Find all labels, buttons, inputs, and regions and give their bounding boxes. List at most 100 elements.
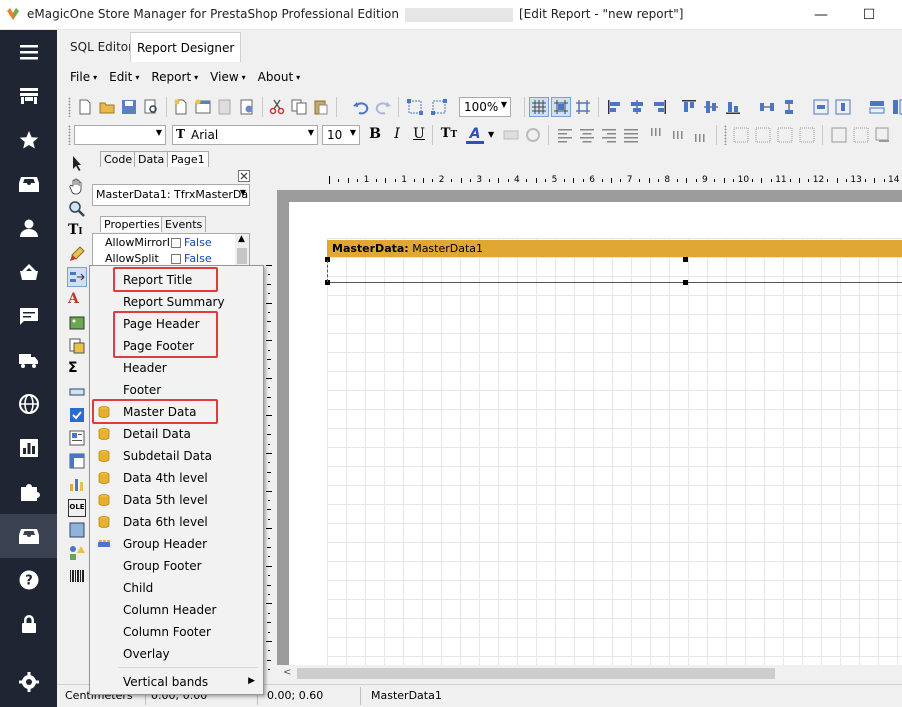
subreport-icon[interactable] bbox=[68, 337, 86, 355]
italic-icon[interactable]: I bbox=[388, 126, 406, 144]
zoom-combo[interactable]: 100% ▼ bbox=[459, 97, 511, 117]
property-scrollbar[interactable]: ▲ bbox=[235, 234, 249, 266]
toolbar-grip[interactable] bbox=[724, 125, 727, 145]
masterdata-band-header[interactable]: MasterData: MasterData1 bbox=[327, 240, 902, 257]
store-icon[interactable] bbox=[0, 74, 57, 118]
truck-icon[interactable] bbox=[0, 338, 57, 382]
star-icon[interactable] bbox=[0, 118, 57, 162]
archive-icon[interactable] bbox=[0, 514, 57, 558]
menu-item-subdetail-data[interactable]: Subdetail Data bbox=[90, 445, 263, 467]
menu-item-vertical-bands[interactable]: Vertical bands ▶ bbox=[90, 671, 263, 693]
text-align-center-icon[interactable] bbox=[578, 126, 596, 144]
menu-item-detail-data[interactable]: Detail Data bbox=[90, 423, 263, 445]
property-value[interactable]: False bbox=[171, 252, 212, 265]
rich-text-icon[interactable] bbox=[68, 429, 86, 447]
picture-icon[interactable] bbox=[68, 314, 86, 332]
text-align-left-icon[interactable] bbox=[556, 126, 574, 144]
fit-to-grid-icon[interactable] bbox=[574, 98, 592, 116]
gradient-icon[interactable] bbox=[68, 521, 86, 539]
menu-item-data-6th-level[interactable]: Data 6th level bbox=[90, 511, 263, 533]
object-selector-combo[interactable]: MasterData1: TfrxMasterDa ▼ bbox=[92, 184, 250, 206]
format-painter-icon[interactable] bbox=[68, 245, 86, 263]
basket-icon[interactable] bbox=[0, 250, 57, 294]
menu-item-report-summary[interactable]: Report Summary bbox=[90, 291, 263, 313]
frame-bottom-icon[interactable] bbox=[754, 126, 772, 144]
align-middles-icon[interactable] bbox=[702, 98, 720, 116]
inbox-icon[interactable] bbox=[0, 162, 57, 206]
globe-icon[interactable] bbox=[0, 382, 57, 426]
text-justify-icon[interactable] bbox=[622, 126, 640, 144]
bold-icon[interactable]: B bbox=[366, 126, 384, 144]
page-grid[interactable] bbox=[327, 238, 902, 665]
tab-code[interactable]: Code bbox=[100, 151, 137, 167]
menu-item-footer[interactable]: Footer bbox=[90, 379, 263, 401]
menu-item-data-4th-level[interactable]: Data 4th level bbox=[90, 467, 263, 489]
menu-item-column-footer[interactable]: Column Footer bbox=[90, 621, 263, 643]
undo-icon[interactable] bbox=[352, 98, 370, 116]
close-panel-icon[interactable] bbox=[238, 170, 250, 182]
ungroup-icon[interactable] bbox=[430, 98, 448, 116]
redo-icon[interactable] bbox=[374, 98, 392, 116]
scrollbar-thumb[interactable] bbox=[297, 668, 775, 679]
puzzle-icon[interactable] bbox=[0, 470, 57, 514]
property-value[interactable]: False bbox=[171, 236, 212, 249]
space-horizontally-icon[interactable] bbox=[758, 98, 776, 116]
align-to-grid-icon[interactable] bbox=[551, 97, 571, 117]
new-report-icon[interactable] bbox=[76, 98, 94, 116]
font-size-combo[interactable]: 10 ▼ bbox=[322, 125, 360, 145]
align-right-edges-icon[interactable] bbox=[650, 98, 668, 116]
center-vertically-icon[interactable] bbox=[834, 98, 852, 116]
frame-right-icon[interactable] bbox=[798, 126, 816, 144]
font-color-icon[interactable]: A bbox=[466, 126, 484, 144]
font-settings-icon[interactable]: TT bbox=[440, 126, 458, 144]
same-height-icon[interactable] bbox=[890, 98, 902, 116]
paste-icon[interactable] bbox=[312, 98, 330, 116]
preview-icon[interactable] bbox=[142, 98, 160, 116]
frame-all-icon[interactable] bbox=[830, 126, 848, 144]
shape-icon[interactable] bbox=[68, 544, 86, 562]
hand-icon[interactable] bbox=[68, 177, 86, 195]
tab-page1[interactable]: Page1 bbox=[167, 151, 209, 167]
valign-top-icon[interactable] bbox=[648, 126, 666, 144]
barcode-icon[interactable] bbox=[68, 567, 86, 585]
align-centers-icon[interactable] bbox=[628, 98, 646, 116]
toolbar-grip[interactable] bbox=[68, 97, 71, 117]
tab-sql-editor[interactable]: SQL Editor bbox=[64, 32, 139, 62]
valign-bottom-icon[interactable] bbox=[692, 126, 710, 144]
menu-item-group-header[interactable]: Group Header bbox=[90, 533, 263, 555]
menu-about[interactable]: About ▾ bbox=[252, 66, 307, 88]
menu-edit[interactable]: Edit ▾ bbox=[103, 66, 145, 88]
toolbar-grip[interactable] bbox=[68, 125, 71, 145]
new-page-icon[interactable] bbox=[172, 98, 190, 116]
menu-item-group-footer[interactable]: Group Footer bbox=[90, 555, 263, 577]
resize-handle[interactable] bbox=[683, 257, 688, 262]
maximize-button[interactable]: ☐ bbox=[846, 0, 892, 30]
chart-object-icon[interactable] bbox=[68, 475, 86, 493]
cut-icon[interactable] bbox=[268, 98, 286, 116]
group-icon[interactable] bbox=[406, 98, 424, 116]
font-name-combo[interactable]: T Arial ▼ bbox=[172, 125, 318, 145]
menu-item-header[interactable]: Header bbox=[90, 357, 263, 379]
menu-view[interactable]: View ▾ bbox=[204, 66, 252, 88]
show-grid-icon[interactable] bbox=[529, 97, 549, 117]
menu-file[interactable]: File ▾ bbox=[64, 66, 103, 88]
select-arrow-icon[interactable] bbox=[68, 154, 86, 172]
tab-data[interactable]: Data bbox=[134, 151, 169, 167]
help-icon[interactable]: ? bbox=[0, 558, 57, 602]
frame-none-icon[interactable] bbox=[852, 126, 870, 144]
space-vertically-icon[interactable] bbox=[780, 98, 798, 116]
horizontal-scrollbar[interactable]: < bbox=[277, 665, 902, 682]
user-icon[interactable] bbox=[0, 206, 57, 250]
open-icon[interactable] bbox=[98, 98, 116, 116]
new-dialog-icon[interactable] bbox=[194, 98, 212, 116]
checkbox-object-icon[interactable] bbox=[68, 406, 86, 424]
rotate-icon[interactable] bbox=[524, 126, 542, 144]
highlight-icon[interactable] bbox=[502, 126, 520, 144]
minimize-button[interactable]: — bbox=[798, 0, 844, 30]
ole-object-icon[interactable]: OLE bbox=[68, 499, 86, 517]
line-object-icon[interactable] bbox=[68, 383, 86, 401]
text-align-right-icon[interactable] bbox=[600, 126, 618, 144]
resize-handle[interactable] bbox=[683, 280, 688, 285]
menu-item-column-header[interactable]: Column Header bbox=[90, 599, 263, 621]
zoom-icon[interactable] bbox=[68, 200, 86, 218]
